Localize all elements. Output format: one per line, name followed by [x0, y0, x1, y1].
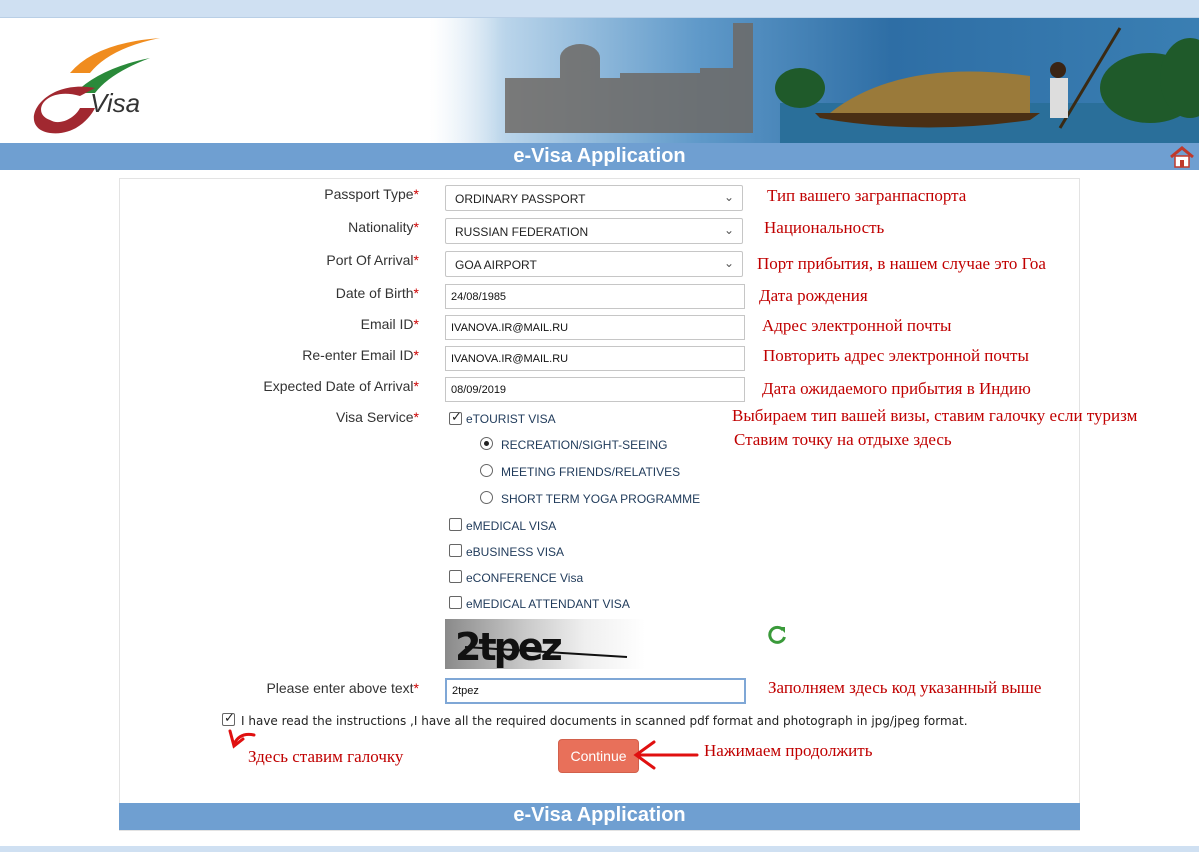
ebusiness-label: eBUSINESS VISA — [466, 545, 565, 559]
captcha-image: 2tpez — [445, 619, 645, 669]
annotation-email: Адрес электронной почты — [762, 316, 952, 335]
emedical-attendant-label: eMEDICAL ATTENDANT VISA — [466, 597, 630, 611]
meeting-friends-label: MEETING FRIENDS/RELATIVES — [501, 465, 681, 479]
date-of-birth-input[interactable]: 24/08/1985 — [445, 284, 745, 309]
expected-arrival-input[interactable]: 08/09/2019 — [445, 377, 745, 402]
econference-label: eCONFERENCE Visa — [466, 571, 584, 585]
etourist-label: eTOURIST VISA — [466, 412, 556, 426]
emedical-label: eMEDICAL VISA — [466, 519, 557, 533]
annotation-visa-type: Выбираем тип вашей визы, ставим галочку … — [732, 406, 1138, 425]
reenter-email-label: Re-enter Email ID* — [302, 347, 419, 363]
captcha-input[interactable]: 2tpez — [445, 678, 746, 704]
annotation-captcha: Заполняем здесь код указанный выше — [768, 678, 1042, 697]
bottom-strip — [0, 846, 1199, 852]
continue-button[interactable]: Continue — [558, 739, 639, 773]
nationality-select[interactable]: RUSSIAN FEDERATION ⌄ — [445, 218, 743, 244]
declaration-text: I have read the instructions ,I have all… — [241, 714, 968, 728]
passport-type-label: Passport Type* — [324, 186, 419, 202]
recreation-label: RECREATION/SIGHT-SEEING — [501, 438, 668, 452]
visa-service-label: Visa Service* — [335, 409, 419, 425]
recreation-radio[interactable] — [480, 437, 493, 450]
annotation-recreation: Ставим точку на отдыхе здесь — [734, 430, 952, 449]
banner-scenery: Visa — [33, 23, 1199, 144]
annotation-reemail: Повторить адрес электронной почты — [763, 346, 1029, 365]
footer-bar: e-Visa Application — [119, 803, 1080, 830]
email-label: Email ID* — [360, 316, 419, 332]
econference-checkbox[interactable] — [449, 570, 462, 583]
home-icon[interactable] — [1169, 145, 1195, 169]
annotation-port: Порт прибытия, в нашем случае это Гоа — [757, 254, 1046, 273]
captcha-input-label: Please enter above text* — [266, 680, 419, 696]
emedical-attendant-checkbox[interactable] — [449, 596, 462, 609]
emedical-checkbox[interactable] — [449, 518, 462, 531]
footer-title: e-Visa Application — [513, 804, 686, 826]
ebusiness-checkbox[interactable] — [449, 544, 462, 557]
chevron-down-icon: ⌄ — [723, 223, 734, 237]
port-of-arrival-select[interactable]: GOA AIRPORT ⌄ — [445, 251, 743, 277]
annotation-dob: Дата рождения — [759, 286, 868, 305]
declaration-checkbox[interactable] — [222, 710, 235, 726]
passport-type-select[interactable]: ORDINARY PASSPORT ⌄ — [445, 185, 743, 211]
expected-arrival-label: Expected Date of Arrival* — [263, 378, 419, 394]
logo-text: Visa — [90, 88, 140, 118]
chevron-down-icon: ⌄ — [723, 256, 734, 270]
port-of-arrival-label: Port Of Arrival* — [326, 252, 419, 268]
email-input[interactable]: IVANOVA.IR@MAIL.RU — [445, 315, 745, 340]
yoga-programme-radio[interactable] — [480, 491, 493, 504]
date-of-birth-label: Date of Birth* — [335, 285, 419, 301]
reenter-email-input[interactable]: IVANOVA.IR@MAIL.RU — [445, 346, 745, 371]
etourist-checkbox[interactable] — [449, 409, 462, 425]
annotation-arrival: Дата ожидаемого прибытия в Индию — [762, 379, 1031, 398]
chevron-down-icon: ⌄ — [723, 190, 734, 204]
header-banner: Visa — [0, 18, 1199, 144]
title-bar: e-Visa Application — [0, 143, 1199, 170]
annotation-continue: Нажимаем продолжить — [704, 741, 873, 760]
page-title: e-Visa Application — [513, 145, 686, 167]
annotation-nationality: Национальность — [764, 218, 885, 237]
annotation-checkbox: Здесь ставим галочку — [248, 747, 404, 766]
nationality-label: Nationality* — [348, 219, 419, 235]
meeting-friends-radio[interactable] — [480, 464, 493, 477]
annotation-passport-type: Тип вашего загранпаспорта — [767, 186, 967, 205]
refresh-captcha-icon[interactable] — [766, 624, 788, 646]
top-strip — [0, 0, 1199, 18]
yoga-programme-label: SHORT TERM YOGA PROGRAMME — [501, 492, 701, 506]
